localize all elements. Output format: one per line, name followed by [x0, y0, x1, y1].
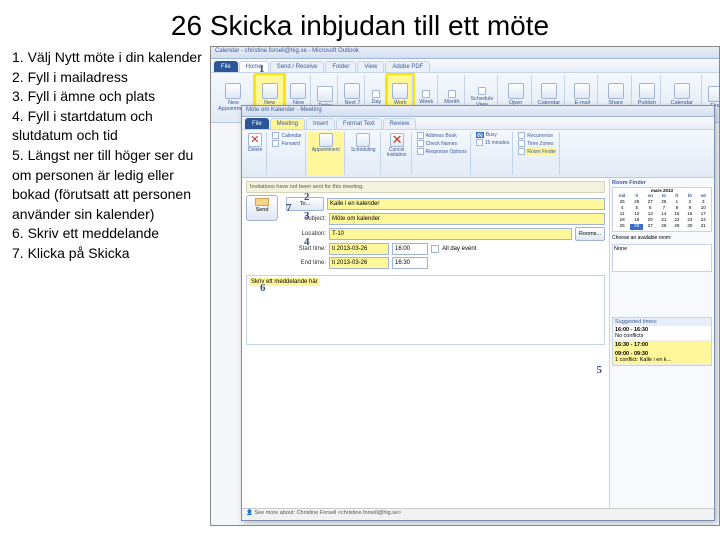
rf-title: Room Finder — [612, 180, 712, 186]
calendar-icon — [272, 132, 279, 139]
meeting-window: Möte om Kalender - Meeting File Meeting … — [241, 105, 715, 521]
subject-input[interactable]: Möte om kalender — [329, 213, 605, 225]
message-area[interactable]: Skriv ett meddelande här — [246, 275, 605, 345]
roomfinder-icon — [518, 148, 525, 155]
to-input[interactable]: Kalle i en kalender — [327, 198, 605, 210]
mrib-timezones[interactable]: Time Zones — [518, 140, 556, 147]
scheduling-icon — [356, 133, 370, 147]
hand-2: 2 — [304, 191, 310, 203]
slide-body: 1. Välj Nytt möte i din kalender 2. Fyll… — [0, 46, 720, 526]
mrib-roomfinder[interactable]: Room Finder — [518, 148, 556, 155]
mtab-format[interactable]: Format Text — [336, 118, 382, 129]
mtab-meeting[interactable]: Meeting — [270, 118, 305, 129]
mtab-review[interactable]: Review — [383, 118, 417, 129]
end-label: End time: — [286, 260, 326, 266]
hand-7: 7 — [286, 202, 292, 214]
cancel-icon: ✕ — [390, 133, 404, 147]
tab-file[interactable]: File — [214, 61, 238, 72]
suggestion-item[interactable]: 16:00 - 16:30No conflicts — [613, 326, 711, 341]
mrib-attendees: Address Book Check Names Response Option… — [414, 132, 471, 175]
mrib-cal-forward: Calendar Forward — [269, 132, 305, 175]
start-date-input[interactable]: ti 2013-03-26 — [329, 243, 389, 255]
hand-3: 3 — [304, 210, 310, 222]
response-icon — [417, 148, 424, 155]
outlook-screenshot: Calendar - christine.forsell@hig.se - Mi… — [210, 46, 720, 526]
tab-folder[interactable]: Folder — [325, 61, 356, 72]
hand-1: 1 — [259, 63, 265, 75]
check-names-icon — [417, 140, 424, 147]
mrib-recurrence[interactable]: Recurrence — [518, 132, 556, 139]
footer-bar: 👤 See more about: Christine Forsell <chr… — [242, 508, 714, 520]
envelope-icon — [255, 198, 269, 206]
mrib-calendar-link[interactable]: Calendar — [272, 132, 301, 139]
reminder-icon — [476, 139, 483, 146]
mrib-delete[interactable]: ✕Delete — [244, 132, 267, 175]
mrib-address-book[interactable]: Address Book — [417, 132, 467, 139]
info-bar: Invitations have not been sent for this … — [246, 181, 605, 193]
allday-label: All day event — [442, 246, 476, 252]
mrib-options2: Recurrence Time Zones Room Finder — [515, 132, 560, 175]
address-book-icon — [417, 132, 424, 139]
mrib-forward[interactable]: Forward — [272, 140, 301, 147]
instructions-text: 1. Välj Nytt möte i din kalender 2. Fyll… — [0, 46, 210, 526]
room-finder-panel: Room Finder mars 2013 måtiontofrlösö 252… — [609, 178, 714, 520]
outlook-titlebar: Calendar - christine.forsell@hig.se - Mi… — [211, 47, 719, 59]
rf-sugg-header: Suggested times: — [613, 318, 711, 326]
mrib-appointment[interactable]: Appointment — [308, 132, 345, 175]
mrib-cancel[interactable]: ✕Cancel Invitation — [383, 132, 412, 175]
hand-5: 5 — [597, 364, 603, 376]
mrib-response-opts[interactable]: Response Options — [417, 148, 467, 155]
rooms-button[interactable]: Rooms... — [575, 227, 605, 241]
meeting-tabs: File Meeting Insert Format Text Review — [242, 117, 714, 130]
mtab-insert[interactable]: Insert — [306, 118, 335, 129]
rf-suggestions: Suggested times: 16:00 - 16:30No conflic… — [612, 317, 712, 366]
appointment-icon — [319, 133, 333, 147]
timezone-icon — [518, 140, 525, 147]
rf-calendar[interactable]: mars 2013 måtiontofrlösö 25262728123 456… — [612, 187, 712, 232]
start-time-input[interactable]: 16:00 — [392, 243, 428, 255]
allday-checkbox[interactable] — [431, 245, 439, 253]
outlook-tabs: File Home Send / Receive Folder View Ado… — [211, 59, 719, 73]
tab-send-receive[interactable]: Send / Receive — [270, 61, 325, 72]
end-date-input[interactable]: ti 2013-03-26 — [329, 257, 389, 269]
suggestion-item[interactable]: 16:30 - 17:00 — [613, 341, 711, 350]
forward-icon — [272, 140, 279, 147]
location-input[interactable]: T-10 — [329, 228, 572, 240]
recurrence-icon — [518, 132, 525, 139]
mrib-options: Busy 15 minutes — [473, 132, 513, 175]
meeting-body: Invitations have not been sent for this … — [242, 178, 714, 520]
mtab-file[interactable]: File — [245, 118, 269, 129]
end-time-input[interactable]: 16:30 — [392, 257, 428, 269]
tab-view[interactable]: View — [357, 61, 384, 72]
delete-icon: ✕ — [248, 133, 262, 147]
mrib-busy[interactable]: Busy — [476, 132, 509, 138]
mrib-scheduling[interactable]: Scheduling — [347, 132, 381, 175]
mrib-reminder[interactable]: 15 minutes — [476, 139, 509, 146]
tab-adobe-pdf[interactable]: Adobe PDF — [385, 61, 430, 72]
rf-room-list[interactable]: None — [612, 244, 712, 272]
hand-4: 4 — [304, 236, 310, 248]
hand-6: 6 — [260, 282, 266, 294]
mrib-check-names[interactable]: Check Names — [417, 140, 467, 147]
busy-icon — [476, 132, 484, 138]
rf-room-label: Choose an available room: — [612, 235, 712, 241]
rf-cal-table: måtiontofrlösö 25262728123 45678910 1112… — [614, 194, 710, 230]
send-button[interactable]: Send — [246, 195, 278, 221]
suggestion-item[interactable]: 09:00 - 09:301 conflict: Kalle i en k... — [613, 350, 711, 365]
slide-title: 26 Skicka inbjudan till ett möte — [0, 0, 720, 46]
meeting-ribbon: ✕Delete Calendar Forward Appointment Sch… — [242, 130, 714, 178]
meeting-form: Invitations have not been sent for this … — [242, 178, 609, 520]
meeting-titlebar: Möte om Kalender - Meeting — [242, 106, 714, 117]
